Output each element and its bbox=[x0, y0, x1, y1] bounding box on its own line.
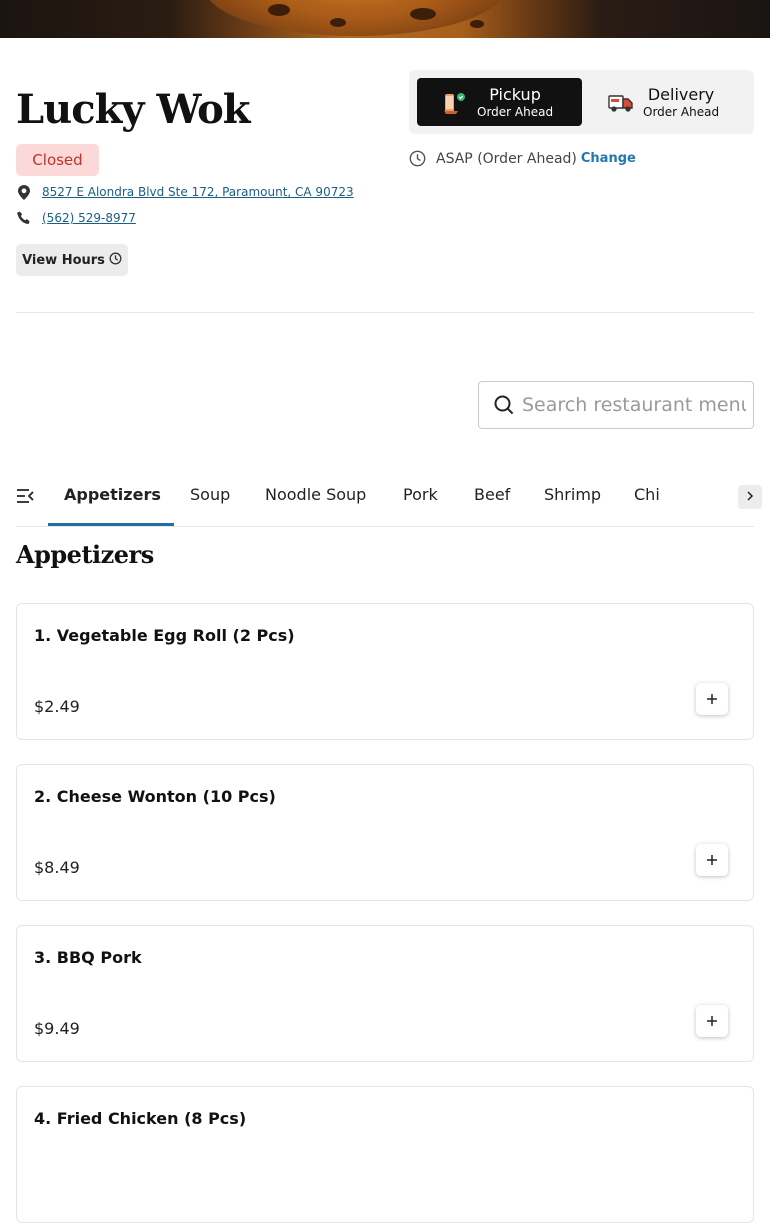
chevron-right-icon bbox=[746, 490, 754, 504]
search-icon bbox=[492, 393, 516, 417]
plus-icon bbox=[706, 1012, 718, 1031]
order-timing-text: ASAP (Order Ahead) bbox=[436, 150, 577, 167]
tabs-divider bbox=[16, 526, 754, 527]
menu-item-card[interactable]: 3. BBQ Pork $9.49 bbox=[16, 925, 754, 1062]
phone-link[interactable]: (562) 529-8977 bbox=[42, 211, 136, 225]
tab-chicken-partial[interactable]: Chi bbox=[634, 485, 660, 504]
item-name: 4. Fried Chicken (8 Pcs) bbox=[34, 1109, 247, 1128]
item-name: 2. Cheese Wonton (10 Pcs) bbox=[34, 787, 276, 806]
menu-item-card[interactable]: 4. Fried Chicken (8 Pcs) bbox=[16, 1086, 754, 1223]
tab-appetizers[interactable]: Appetizers bbox=[64, 485, 161, 504]
plus-icon bbox=[706, 690, 718, 709]
address-row: 8527 E Alondra Blvd Ste 172, Paramount, … bbox=[16, 184, 354, 200]
tab-shrimp[interactable]: Shrimp bbox=[544, 485, 601, 504]
pickup-label: Pickup bbox=[489, 84, 541, 104]
address-link[interactable]: 8527 E Alondra Blvd Ste 172, Paramount, … bbox=[42, 185, 354, 199]
restaurant-name: Lucky Wok bbox=[16, 86, 250, 133]
add-item-button[interactable] bbox=[696, 844, 728, 876]
tab-noodle-soup[interactable]: Noodle Soup bbox=[265, 485, 366, 504]
item-name: 1. Vegetable Egg Roll (2 Pcs) bbox=[34, 626, 295, 645]
tab-soup[interactable]: Soup bbox=[190, 485, 230, 504]
order-timing: ASAP (Order Ahead) Change bbox=[409, 150, 636, 167]
clock-icon bbox=[109, 252, 122, 269]
pickup-icon bbox=[441, 88, 469, 116]
tabs-scroll-right-button[interactable] bbox=[738, 485, 762, 509]
tab-pork[interactable]: Pork bbox=[403, 485, 438, 504]
plus-icon bbox=[706, 851, 718, 870]
change-timing-link[interactable]: Change bbox=[581, 151, 636, 166]
item-price: $9.49 bbox=[34, 1019, 80, 1038]
add-item-button[interactable] bbox=[696, 1005, 728, 1037]
clock-icon bbox=[409, 150, 426, 167]
view-hours-label: View Hours bbox=[22, 252, 105, 268]
item-name: 3. BBQ Pork bbox=[34, 948, 142, 967]
header-banner-image bbox=[0, 0, 770, 38]
menu-item-card[interactable]: 2. Cheese Wonton (10 Pcs) $8.49 bbox=[16, 764, 754, 901]
category-tabs: Appetizers Soup Noodle Soup Pork Beef Sh… bbox=[0, 468, 770, 526]
view-hours-button[interactable]: View Hours bbox=[16, 244, 128, 276]
search-input[interactable] bbox=[522, 394, 746, 416]
section-divider bbox=[16, 312, 754, 313]
add-item-button[interactable] bbox=[696, 683, 728, 715]
section-title: Appetizers bbox=[16, 540, 154, 569]
menu-list-icon[interactable] bbox=[16, 488, 34, 504]
delivery-option[interactable]: Delivery Order Ahead bbox=[591, 78, 747, 126]
phone-icon bbox=[16, 210, 32, 226]
delivery-sub: Order Ahead bbox=[643, 104, 720, 119]
menu-search[interactable] bbox=[478, 381, 754, 429]
status-badge: Closed bbox=[16, 144, 99, 176]
delivery-truck-icon bbox=[607, 88, 635, 116]
item-price: $2.49 bbox=[34, 697, 80, 716]
menu-item-card[interactable]: 1. Vegetable Egg Roll (2 Pcs) $2.49 bbox=[16, 603, 754, 740]
pickup-option[interactable]: Pickup Order Ahead bbox=[417, 78, 582, 126]
phone-row: (562) 529-8977 bbox=[16, 210, 136, 226]
tab-beef[interactable]: Beef bbox=[474, 485, 510, 504]
item-price: $8.49 bbox=[34, 858, 80, 877]
map-pin-icon bbox=[16, 184, 32, 200]
order-mode-toggle: Pickup Order Ahead Delivery Order Ahead bbox=[409, 70, 754, 134]
pickup-sub: Order Ahead bbox=[477, 104, 554, 119]
delivery-label: Delivery bbox=[647, 84, 715, 104]
